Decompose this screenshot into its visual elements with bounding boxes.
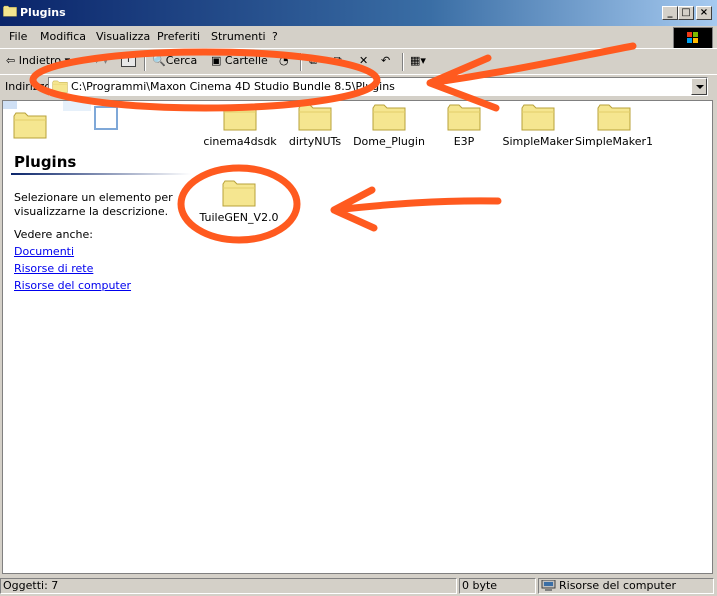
- folder-item[interactable]: E3P: [423, 103, 505, 148]
- undo-button[interactable]: ↶: [381, 54, 390, 67]
- status-bar: Oggetti: 7 0 byte Risorse del computer: [0, 576, 717, 596]
- link-risorse-di-rete[interactable]: Risorse di rete: [14, 262, 93, 275]
- copy-to-button[interactable]: ⧉: [334, 54, 342, 68]
- forward-button[interactable]: ⇨ ▾: [90, 54, 108, 67]
- panel-title: Plugins: [14, 153, 77, 171]
- folder-item[interactable]: dirtyNUTs: [274, 103, 356, 148]
- folder-label: SimpleMaker1: [574, 135, 654, 148]
- folder-icon: [521, 103, 555, 131]
- folder-label: Dome_Plugin: [353, 135, 425, 148]
- folder-icon: [223, 103, 257, 131]
- menu-bar: File Modifica Visualizza Preferiti Strum…: [0, 26, 717, 48]
- maximize-button[interactable]: □: [678, 6, 694, 20]
- up-folder-button[interactable]: ↑: [121, 53, 136, 67]
- folder-icon: [3, 5, 17, 17]
- folder-item[interactable]: SimpleMaker1: [573, 103, 655, 148]
- move-to-button[interactable]: ⧉: [309, 54, 317, 68]
- menu-preferiti[interactable]: Preferiti: [157, 30, 200, 43]
- address-bar: Indirizzo C:\Programmi\Maxon Cinema 4D S…: [0, 74, 717, 98]
- minimize-button[interactable]: _: [662, 6, 678, 20]
- views-grid-icon: ▦: [410, 54, 421, 67]
- menu-visualizza[interactable]: Visualizza: [96, 30, 150, 43]
- history-button[interactable]: ◔: [279, 54, 289, 67]
- folder-icon: [222, 179, 256, 207]
- windows-flag-icon: [687, 32, 698, 43]
- back-button[interactable]: ⇦ Indietro ▾: [6, 54, 70, 67]
- folder-label: cinema4dsdk: [203, 135, 277, 148]
- computer-icon: [541, 580, 556, 591]
- windows-logo: [673, 27, 713, 49]
- panel-description: Selezionare un elemento per visualizzarn…: [14, 191, 173, 218]
- folder-item[interactable]: Dome_Plugin: [348, 103, 430, 148]
- history-icon: ◔: [279, 54, 289, 67]
- search-icon: 🔍: [152, 54, 166, 67]
- toolbar: ⇦ Indietro ▾ ⇨ ▾ ↑ 🔍Cerca ▣ Cartelle ◔ ⧉…: [0, 48, 717, 74]
- window-title: Plugins: [20, 6, 66, 19]
- address-dropdown-button[interactable]: [691, 78, 707, 95]
- status-size: 0 byte: [459, 578, 536, 594]
- menu-strumenti[interactable]: Strumenti: [211, 30, 266, 43]
- undo-icon: ↶: [381, 54, 391, 67]
- folders-label: Cartelle: [224, 54, 268, 67]
- search-button[interactable]: 🔍Cerca: [152, 54, 197, 67]
- folder-view: Plugins Selezionare un elemento per visu…: [2, 100, 713, 574]
- back-label: Indietro: [18, 54, 62, 67]
- folder-item[interactable]: TuileGEN_V2.0: [198, 179, 280, 224]
- panel-divider: [11, 173, 191, 175]
- address-label: Indirizzo: [5, 80, 52, 93]
- delete-icon: ✕: [359, 54, 369, 67]
- status-object-count: Oggetti: 7: [0, 578, 457, 594]
- delete-button[interactable]: ✕: [359, 54, 368, 67]
- folder-label: dirtyNUTs: [288, 135, 342, 148]
- toolbar-separator: [402, 53, 404, 71]
- link-documenti[interactable]: Documenti: [14, 245, 74, 258]
- folder-item[interactable]: SimpleMaker: [497, 103, 579, 148]
- close-button[interactable]: ×: [696, 6, 712, 20]
- move-to-icon: ⧉: [309, 54, 317, 67]
- search-label: Cerca: [165, 54, 198, 67]
- folders-icon: ▣: [211, 54, 222, 67]
- folder-icon: [13, 111, 47, 139]
- address-input[interactable]: C:\Programmi\Maxon Cinema 4D Studio Bund…: [48, 77, 708, 96]
- forward-arrow-icon: ⇨: [90, 54, 100, 67]
- folder-icon: [298, 103, 332, 131]
- toolbar-separator: [300, 53, 302, 71]
- up-arrow-icon: ↑: [124, 54, 133, 65]
- menu-file[interactable]: File: [9, 30, 27, 43]
- menu-modifica[interactable]: Modifica: [40, 30, 86, 43]
- views-button[interactable]: ▦▾: [410, 54, 426, 67]
- folder-icon: [597, 103, 631, 131]
- task-panel: Plugins Selezionare un elemento per visu…: [3, 101, 193, 573]
- folder-icon: [52, 80, 68, 93]
- folder-item[interactable]: cinema4dsdk: [199, 103, 281, 148]
- link-risorse-del-computer[interactable]: Risorse del computer: [14, 279, 131, 292]
- folders-button[interactable]: ▣ Cartelle: [211, 54, 268, 67]
- address-path: C:\Programmi\Maxon Cinema 4D Studio Bund…: [71, 80, 395, 93]
- back-arrow-icon: ⇦: [6, 54, 16, 67]
- menu-help[interactable]: ?: [272, 30, 278, 43]
- folder-icon: [447, 103, 481, 131]
- title-bar: Plugins _ □ ×: [0, 0, 717, 26]
- see-also-label: Vedere anche:: [14, 228, 93, 241]
- folder-label: SimpleMaker: [502, 135, 574, 148]
- toolbar-separator: [144, 53, 146, 71]
- status-location-label: Risorse del computer: [559, 579, 677, 592]
- folder-icon: [372, 103, 406, 131]
- copy-to-icon: ⧉: [334, 54, 342, 67]
- folder-label: TuileGEN_V2.0: [199, 211, 279, 224]
- status-location: Risorse del computer: [538, 578, 714, 594]
- folder-label: E3P: [453, 135, 475, 148]
